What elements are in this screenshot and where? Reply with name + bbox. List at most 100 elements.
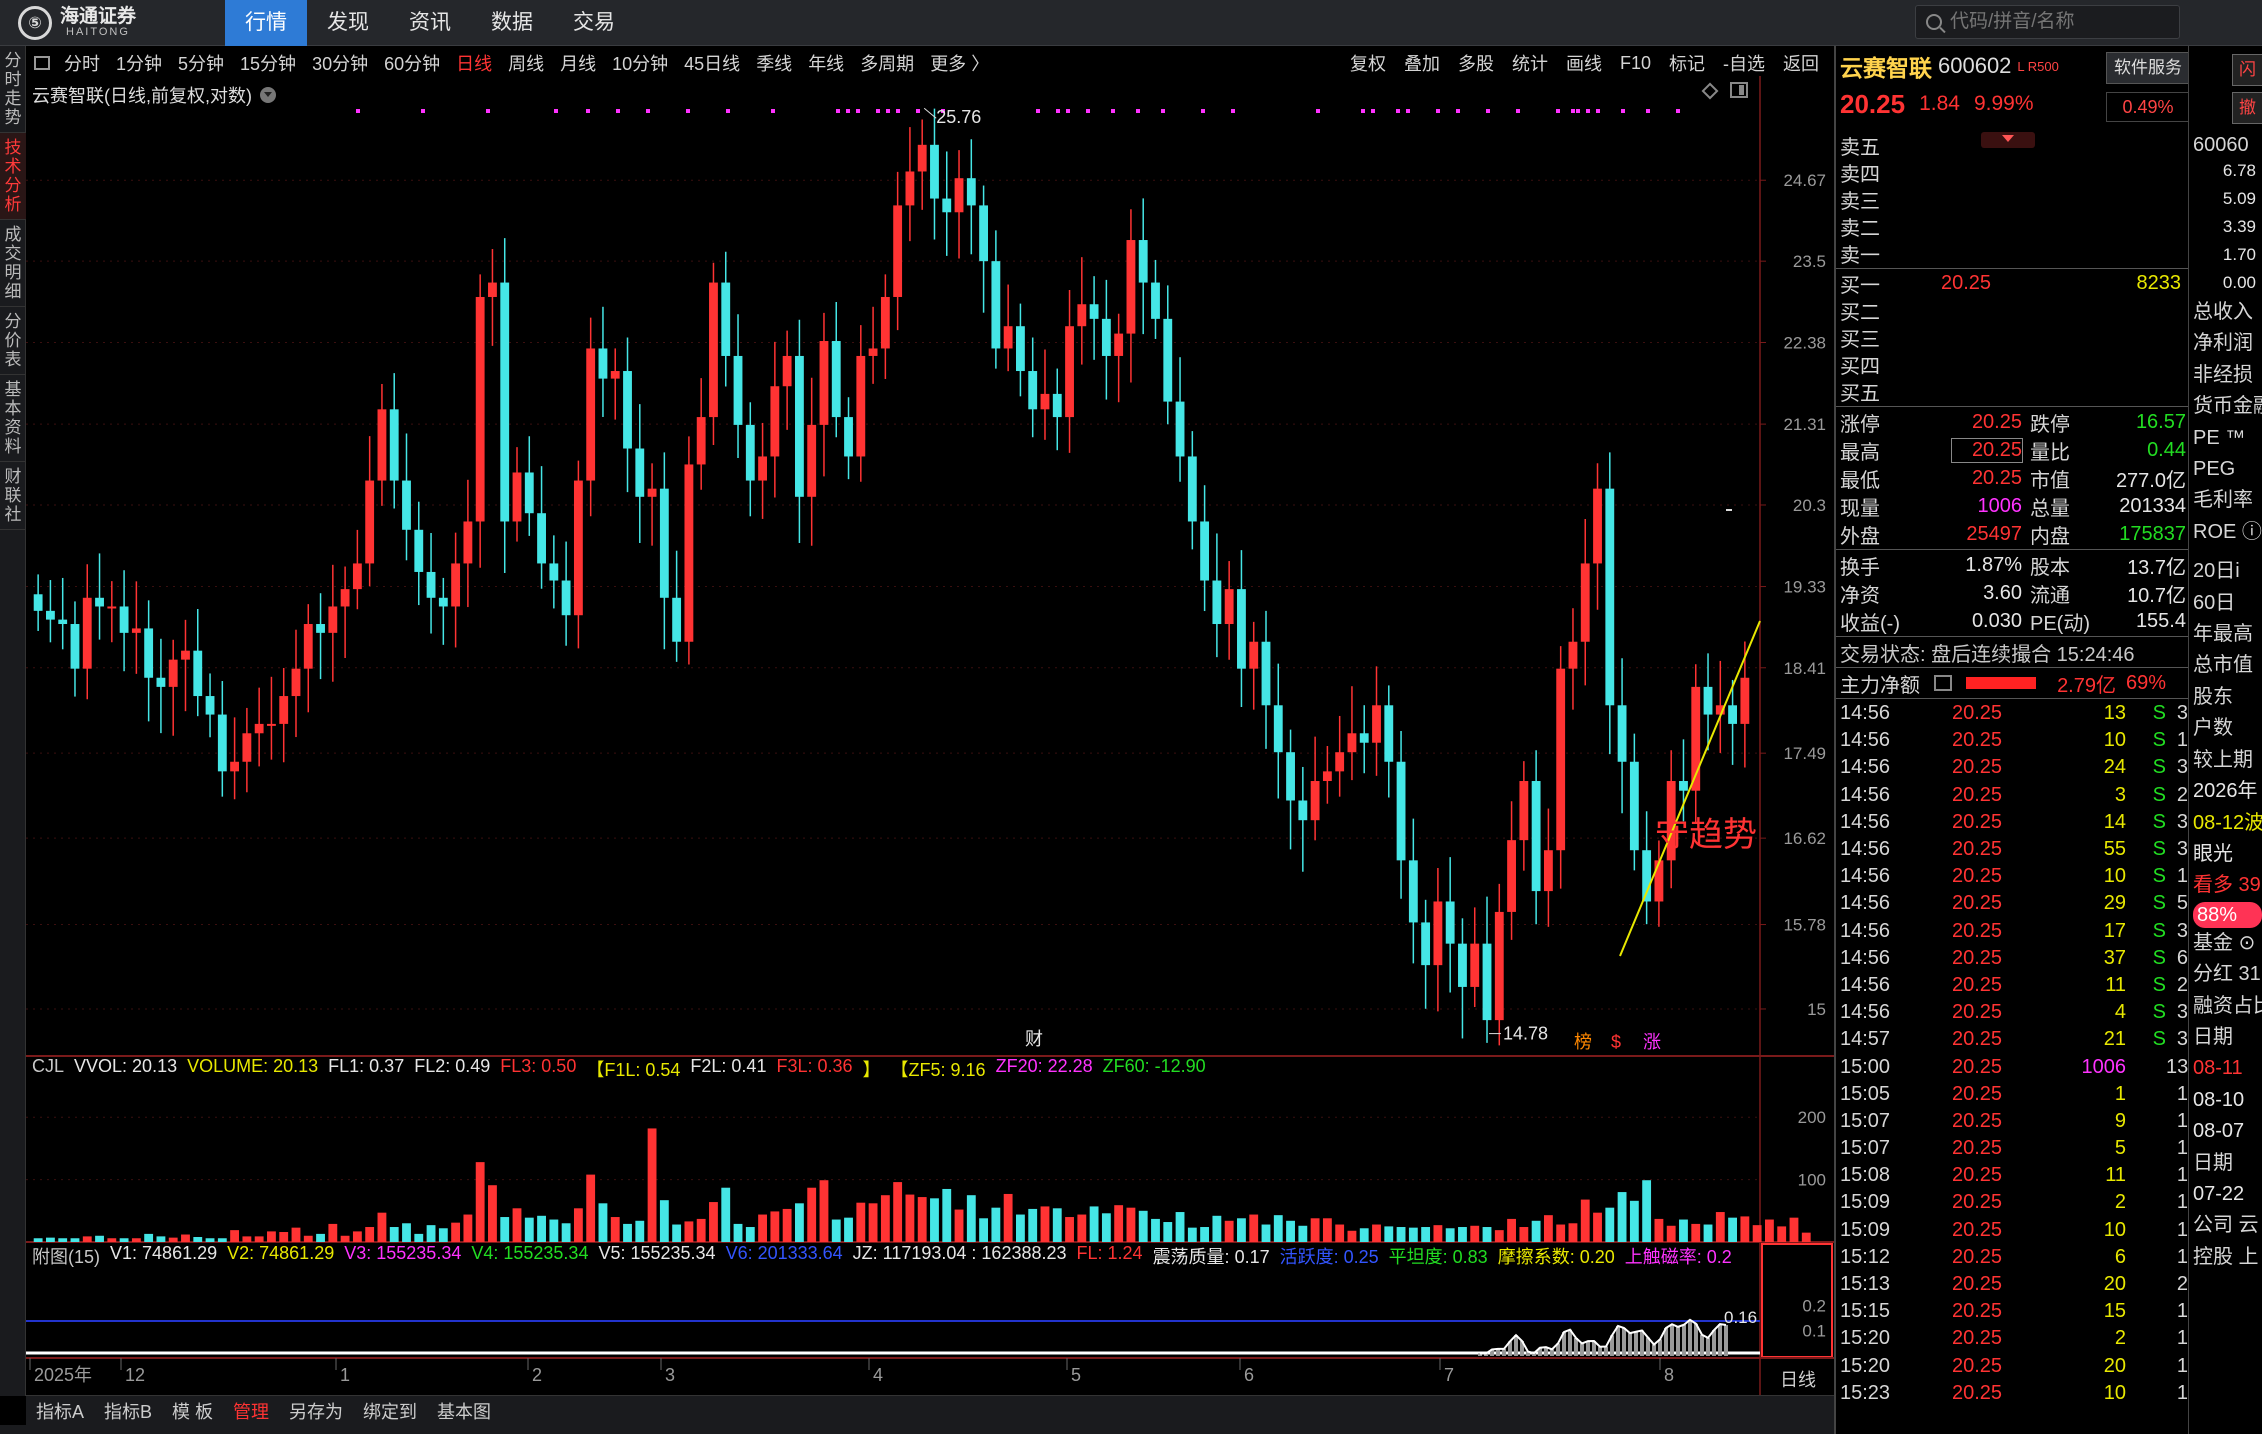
tick-row[interactable]: 15:09 20.25 2 1: [1836, 1189, 2188, 1216]
tick-row[interactable]: 15:05 20.25 1 1: [1836, 1081, 2188, 1108]
tick-row[interactable]: 15:07 20.25 5 1: [1836, 1135, 2188, 1162]
left-tab[interactable]: 基本资料: [0, 375, 26, 462]
candle-body: [524, 472, 534, 514]
level-label: 买三: [1840, 329, 1880, 351]
volume-bar: [819, 1180, 829, 1242]
tick-time: 14:56: [1840, 783, 1891, 806]
financial-report-marker: 财: [1025, 1029, 1043, 1049]
tick-row[interactable]: 15:12 20.25 6 1: [1836, 1244, 2188, 1271]
kline-chart-area[interactable]: 24.6723.522.3821.3120.319.3318.4117.4916…: [26, 46, 1834, 1395]
nav-item[interactable]: 行情: [225, 0, 307, 46]
candle-body: [721, 282, 731, 356]
tick-price: 20.25: [1952, 1381, 2003, 1404]
nav-item[interactable]: 交易: [553, 0, 635, 46]
event-dot: [1231, 109, 1235, 113]
volume-bar: [1679, 1219, 1688, 1242]
tick-row[interactable]: 15:23 20.25 10 1: [1836, 1380, 2188, 1407]
indicator-tab[interactable]: 指标A: [26, 1398, 94, 1424]
search-input[interactable]: [1950, 11, 2170, 33]
tick-row[interactable]: 15:13 20.25 20 2: [1836, 1271, 2188, 1298]
tick-row[interactable]: 14:56 20.25 10 S 1: [1836, 727, 2188, 754]
logo-mark-icon: ⑤: [18, 6, 52, 40]
tick-row[interactable]: 14:56 20.25 37 S 6: [1836, 945, 2188, 972]
indicator-tab[interactable]: 另存为: [279, 1398, 353, 1424]
volume-bar: [168, 1237, 178, 1242]
tick-row[interactable]: 15:00 20.25 1006 131: [1836, 1053, 2188, 1080]
sub-area-bar: [1568, 1329, 1572, 1356]
tick-row[interactable]: 15:09 20.25 10 1: [1836, 1217, 2188, 1244]
stat-value: 175837: [2119, 522, 2186, 545]
fundamental-item: PE ™: [2193, 426, 2246, 449]
volume-bar: [1286, 1220, 1295, 1242]
flash-button[interactable]: 闪: [2232, 54, 2262, 86]
nav-item[interactable]: 资讯: [389, 0, 471, 46]
y-tick-label: 23.5: [1793, 252, 1826, 271]
tick-row[interactable]: 14:56 20.25 13 S 3: [1836, 700, 2188, 727]
indicator-tab[interactable]: 模 板: [162, 1398, 223, 1424]
volume-bar: [402, 1223, 411, 1242]
draw-tool-icon[interactable]: [1701, 82, 1719, 100]
event-dot: [1316, 109, 1320, 113]
tick-time: 14:56: [1840, 946, 1891, 969]
fundamentals-list: 总收入净利润非经损货币金融 PE ™ PEG 毛利率 ROE ⓘ 20日i 60日年最高总市…: [2189, 297, 2262, 1273]
collapse-chevron-icon[interactable]: [1981, 132, 2035, 148]
sub-area-bar: [1724, 1325, 1728, 1356]
tick-price: 20.25: [1952, 865, 2003, 888]
fundamental-item: 控股 上: [2193, 1245, 2259, 1268]
stat-row: 涨停 20.25 跌停 16.57: [1836, 408, 2188, 436]
tick-list[interactable]: 14:56 20.25 13 S 3 14:56 20.25 10 S 1 14:56 20.25 24…: [1836, 700, 2188, 1407]
indicator-tab[interactable]: 管理: [223, 1398, 279, 1424]
tick-time: 14:56: [1840, 702, 1891, 725]
tick-row[interactable]: 14:56 20.25 29 S 5: [1836, 890, 2188, 917]
volume-bar: [144, 1233, 154, 1242]
nav-item[interactable]: 发现: [307, 0, 389, 46]
tick-price: 20.25: [1952, 1082, 2003, 1105]
tick-row[interactable]: 15:07 20.25 9 1: [1836, 1108, 2188, 1135]
side-panel-toggle-icon[interactable]: [1730, 82, 1748, 98]
left-tab[interactable]: 成交明细: [0, 220, 26, 307]
tick-row[interactable]: 14:56 20.25 4 S 3: [1836, 999, 2188, 1026]
left-tab[interactable]: 技术分析: [0, 133, 26, 220]
left-tab[interactable]: 财联社: [0, 462, 26, 530]
volume-bar: [426, 1225, 436, 1242]
tick-row[interactable]: 14:56 20.25 55 S 3: [1836, 836, 2188, 863]
tick-row[interactable]: 15:08 20.25 11 1: [1836, 1162, 2188, 1189]
left-tab[interactable]: 分时走势: [0, 46, 26, 133]
event-dot: [1621, 109, 1625, 113]
tick-row[interactable]: 14:56 20.25 11 S 2: [1836, 972, 2188, 999]
fundamental-item: 货币金融: [2193, 395, 2262, 418]
tick-row[interactable]: 14:56 20.25 3 S 2: [1836, 782, 2188, 809]
tick-row[interactable]: 14:56 20.25 10 S 1: [1836, 863, 2188, 890]
indicator-tab[interactable]: 绑定到: [353, 1398, 427, 1424]
y-tick-label: 17.49: [1783, 744, 1826, 763]
volume-bar: [844, 1217, 853, 1242]
event-dot: [1111, 109, 1115, 113]
tick-row[interactable]: 14:56 20.25 17 S 3: [1836, 918, 2188, 945]
tick-count: 1: [2176, 1109, 2188, 1132]
indicator-tab[interactable]: 基本图: [427, 1398, 501, 1424]
tick-row[interactable]: 15:20 20.25 20 1: [1836, 1353, 2188, 1380]
volume-bar: [1003, 1193, 1013, 1242]
y-tick-label: 21.31: [1783, 415, 1826, 434]
tick-row[interactable]: 14:57 20.25 21 S 3: [1836, 1026, 2188, 1053]
tick-row[interactable]: 15:15 20.25 15 1: [1836, 1298, 2188, 1325]
tick-count: 3: [2176, 919, 2188, 942]
stat-value: 0.030: [1971, 609, 2022, 632]
chart-options-dropdown-icon[interactable]: [260, 87, 276, 103]
nav-item[interactable]: 数据: [471, 0, 553, 46]
indicator-tab[interactable]: 指标B: [94, 1398, 162, 1424]
tick-row[interactable]: 15:20 20.25 2 1: [1836, 1325, 2188, 1352]
tick-row[interactable]: 14:56 20.25 14 S 3: [1836, 809, 2188, 836]
tick-price: 20.25: [1952, 1164, 2003, 1187]
sector-button[interactable]: 软件服务: [2106, 52, 2190, 84]
candle-body: [537, 513, 546, 564]
tick-price: 20.25: [1952, 1028, 2003, 1051]
tick-row[interactable]: 14:56 20.25 24 S 3: [1836, 754, 2188, 781]
left-tab[interactable]: 分价表: [0, 307, 26, 375]
cancel-button[interactable]: 撤: [2232, 92, 2262, 124]
volume-bar: [1322, 1218, 1332, 1242]
stock-search[interactable]: [1915, 5, 2180, 39]
list-icon[interactable]: [1934, 675, 1952, 691]
volume-bar: [217, 1238, 227, 1242]
candle-body: [1261, 641, 1271, 706]
